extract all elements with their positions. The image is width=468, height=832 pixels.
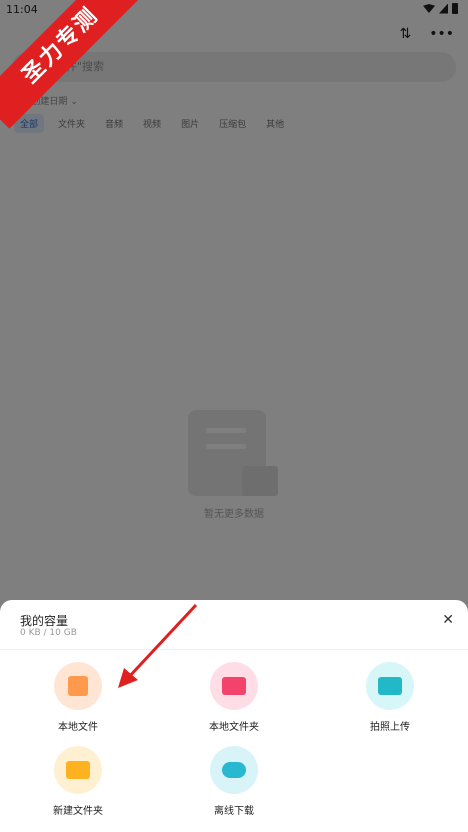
annotation-arrow (118, 603, 198, 688)
cloud-files-page: 11:04 ⇅ ••• 云文件"搜索 ↓ 按创建日期 ⌄ 全部 文件夹 音频 视… (0, 0, 468, 832)
